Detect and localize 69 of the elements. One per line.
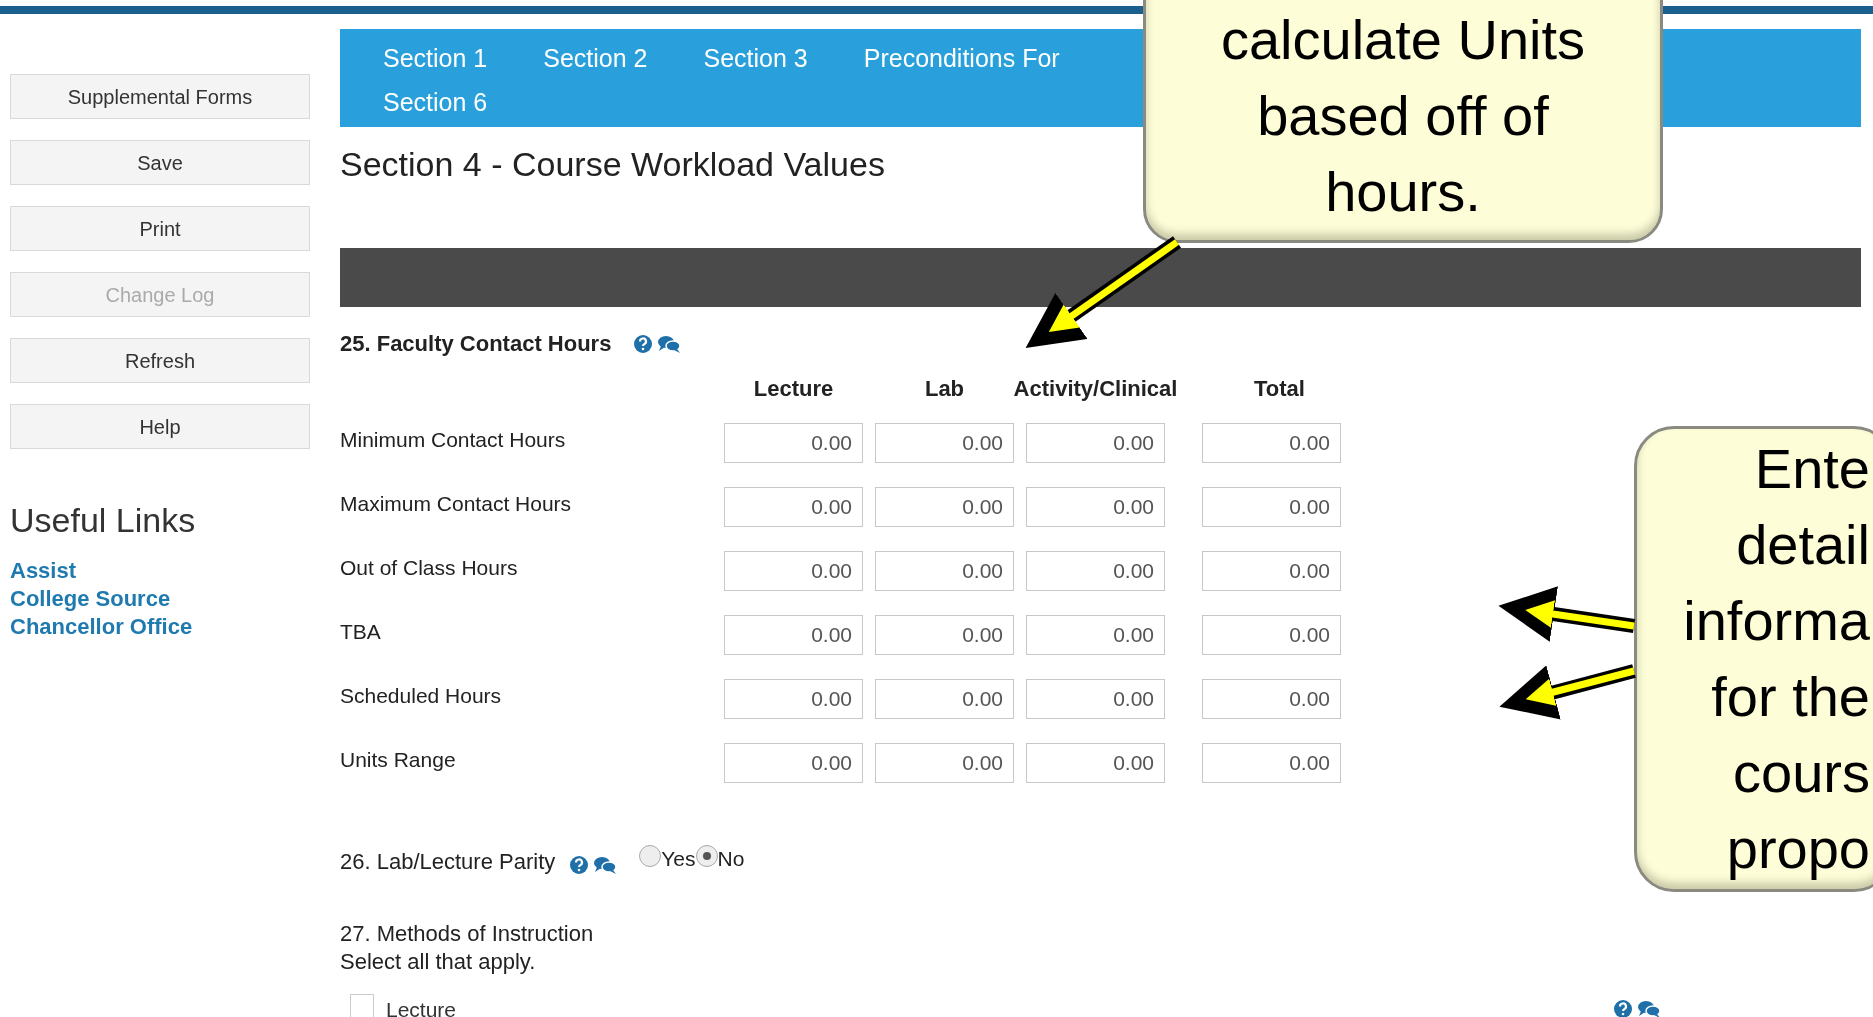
row-label: Out of Class Hours: [340, 555, 519, 582]
radio-button[interactable]: [639, 844, 662, 867]
sidebar-button[interactable]: Supplemental Forms: [10, 74, 310, 119]
question-title: 26. Lab/Lecture Parity: [340, 848, 556, 876]
number-field[interactable]: 0.00: [1026, 679, 1165, 719]
option-label: No: [717, 845, 745, 872]
callout-text: Ente: [1754, 436, 1870, 502]
number-field[interactable]: 0.00: [1202, 743, 1341, 783]
number-field[interactable]: 0.00: [875, 679, 1014, 719]
column-header: Lecture: [753, 375, 834, 403]
question-hint: Select all that apply.: [340, 948, 537, 976]
section-title: Useful Links: [10, 503, 197, 537]
help-icon[interactable]: [633, 333, 654, 354]
number-field[interactable]: 0.00: [875, 487, 1014, 527]
row-label: Maximum Contact Hours: [340, 491, 573, 518]
number-field[interactable]: 0.00: [724, 487, 863, 527]
number-field[interactable]: 0.00: [875, 551, 1014, 591]
callout-text: based off of: [1257, 83, 1549, 149]
number-field[interactable]: 0.00: [1026, 551, 1165, 591]
sidebar-button[interactable]: Print: [10, 206, 310, 251]
sidebar-button[interactable]: Help: [10, 404, 310, 449]
number-field[interactable]: 0.00: [1202, 487, 1341, 527]
help-icon[interactable]: [569, 854, 590, 875]
callout-text: calculate Units: [1220, 7, 1586, 73]
number-field[interactable]: 0.00: [724, 615, 863, 655]
number-field[interactable]: 0.00: [1202, 551, 1341, 591]
question-title: 25. Faculty Contact Hours: [340, 330, 612, 358]
number-field[interactable]: 0.00: [1026, 615, 1165, 655]
number-field[interactable]: 0.00: [1202, 615, 1341, 655]
number-field[interactable]: 0.00: [724, 423, 863, 463]
radio-button[interactable]: [695, 844, 718, 867]
comment-icon[interactable]: [593, 854, 618, 875]
row-label: Units Range: [340, 747, 457, 774]
link[interactable]: Assist: [10, 558, 77, 583]
row-label: Scheduled Hours: [340, 683, 503, 710]
sidebar-button[interactable]: Refresh: [10, 338, 310, 383]
number-field[interactable]: 0.00: [1026, 743, 1165, 783]
sidebar-button[interactable]: Save: [10, 140, 310, 185]
callout-text: informa: [1683, 588, 1870, 654]
number-field[interactable]: 0.00: [875, 743, 1014, 783]
column-header: Lab: [924, 375, 965, 403]
number-field[interactable]: 0.00: [724, 743, 863, 783]
number-field[interactable]: 0.00: [1202, 679, 1341, 719]
callout-text: cours: [1733, 740, 1870, 806]
help-icon[interactable]: [1613, 998, 1633, 1017]
number-field[interactable]: 0.00: [875, 423, 1014, 463]
number-field[interactable]: 0.00: [1026, 423, 1165, 463]
link[interactable]: College Source: [10, 586, 171, 611]
option-label: Yes: [661, 845, 696, 872]
number-field[interactable]: 0.00: [1202, 423, 1341, 463]
link[interactable]: Chancellor Office: [10, 614, 193, 639]
comment-icon[interactable]: [657, 333, 682, 354]
callout-text: detail: [1736, 512, 1870, 578]
callout-text: propo: [1726, 816, 1870, 882]
callout-text: for the: [1711, 664, 1870, 730]
callout-text: hours.: [1325, 159, 1481, 225]
number-field[interactable]: 0.00: [724, 551, 863, 591]
comment-icon[interactable]: [1637, 998, 1661, 1017]
column-header: Activity/Clinical: [1013, 375, 1178, 403]
number-field[interactable]: 0.00: [875, 615, 1014, 655]
row-label: TBA: [340, 619, 382, 646]
row-label: Minimum Contact Hours: [340, 427, 567, 454]
number-field[interactable]: 0.00: [724, 679, 863, 719]
number-field[interactable]: 0.00: [1026, 487, 1165, 527]
checkbox[interactable]: [350, 993, 374, 1017]
page-heading: Section 4 - Course Workload Values: [340, 147, 886, 181]
question-title: 27. Methods of Instruction: [340, 920, 595, 948]
option-label: Lecture: [386, 997, 457, 1017]
column-header: Total: [1254, 375, 1305, 403]
